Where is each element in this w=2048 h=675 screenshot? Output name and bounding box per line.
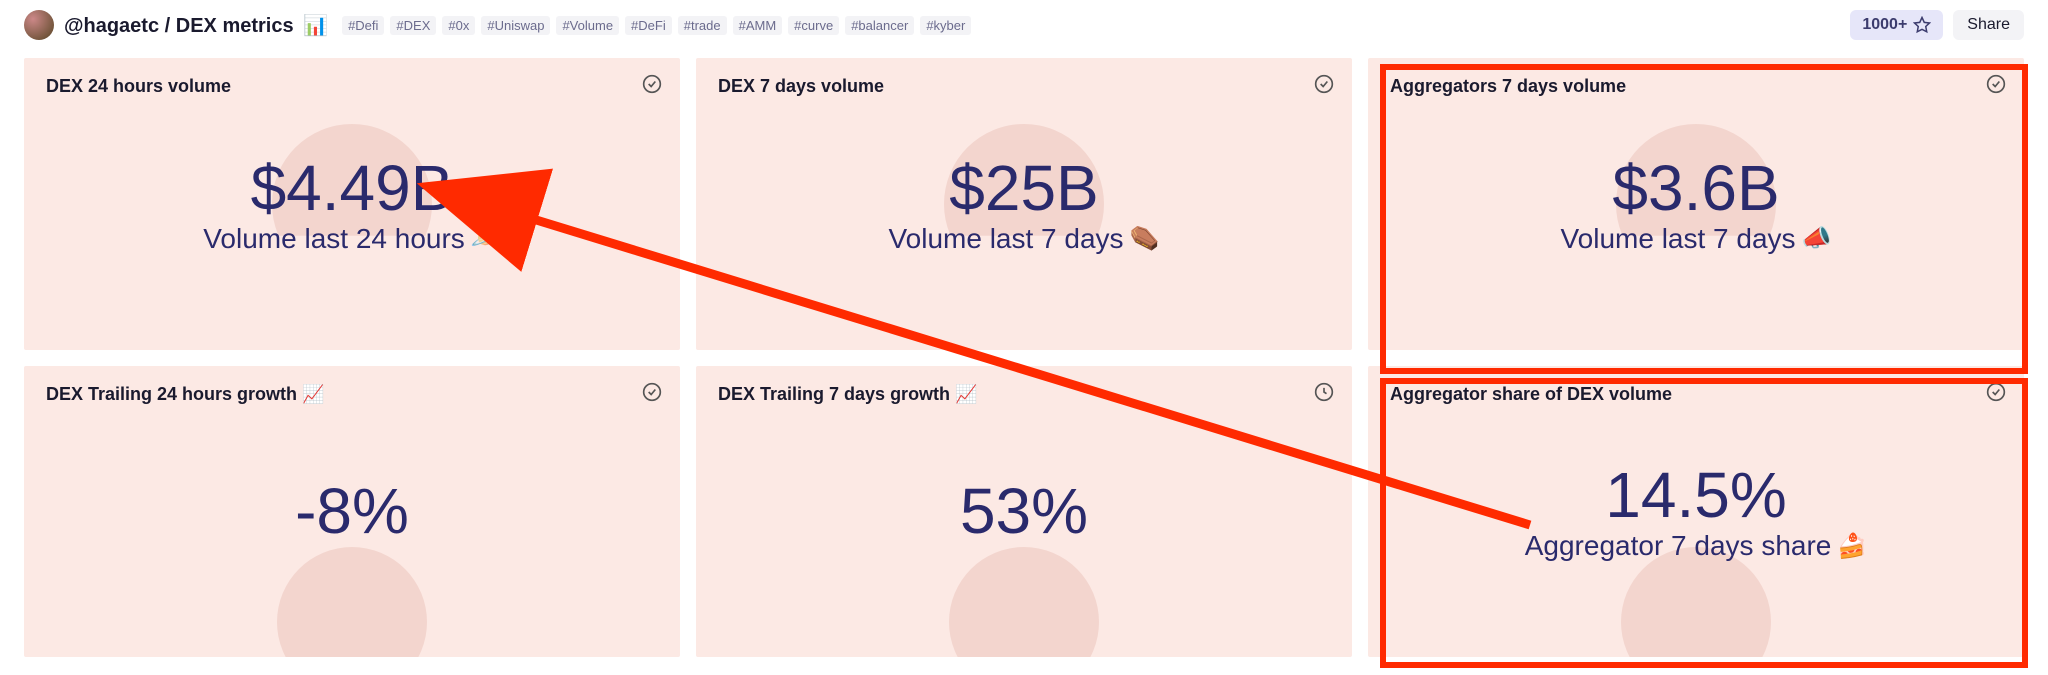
metric-value: $4.49B	[251, 153, 454, 223]
tag[interactable]: #AMM	[733, 16, 783, 35]
tag[interactable]: #curve	[788, 16, 839, 35]
metric-sublabel: Aggregator 7 days share 🍰	[1525, 530, 1868, 562]
tag[interactable]: #Uniswap	[481, 16, 550, 35]
metric-value: $25B	[949, 153, 1098, 223]
tag[interactable]: #trade	[678, 16, 727, 35]
tag[interactable]: #Volume	[556, 16, 619, 35]
card-aggregator-share[interactable]: Aggregator share of DEX volume 14.5% Agg…	[1368, 366, 2024, 658]
coffin-icon: ⚰️	[1130, 224, 1160, 253]
metric-value: -8%	[295, 476, 409, 546]
metric-value: $3.6B	[1612, 153, 1779, 223]
tag[interactable]: #DEX	[390, 16, 436, 35]
card-body: $3.6B Volume last 7 days 📣	[1368, 58, 2024, 350]
planet-icon: 🪐	[471, 224, 501, 253]
card-body: 14.5% Aggregator 7 days share 🍰	[1368, 366, 2024, 658]
card-aggregators-7d-volume[interactable]: Aggregators 7 days volume $3.6B Volume l…	[1368, 58, 2024, 350]
card-body: $4.49B Volume last 24 hours 🪐	[24, 58, 680, 350]
card-body: 53%	[696, 366, 1352, 658]
cake-icon: 🍰	[1837, 532, 1867, 561]
header: @hagaetc / DEX metrics 📊 #Defi #DEX #0x …	[0, 0, 2048, 50]
tag[interactable]: #kyber	[920, 16, 971, 35]
header-actions: 1000+ Share	[1850, 10, 2024, 40]
card-dex-24h-growth[interactable]: DEX Trailing 24 hours growth 📈 -8%	[24, 366, 680, 658]
star-button[interactable]: 1000+	[1850, 10, 1943, 40]
dashboard-grid: DEX 24 hours volume $4.49B Volume last 2…	[0, 50, 2048, 673]
star-count: 1000+	[1862, 16, 1907, 34]
avatar[interactable]	[24, 10, 54, 40]
card-dex-7d-growth[interactable]: DEX Trailing 7 days growth 📈 53%	[696, 366, 1352, 658]
metric-value: 14.5%	[1605, 460, 1786, 530]
tag-list: #Defi #DEX #0x #Uniswap #Volume #DeFi #t…	[342, 16, 971, 35]
breadcrumb[interactable]: @hagaetc / DEX metrics 📊	[64, 13, 328, 38]
card-dex-7d-volume[interactable]: DEX 7 days volume $25B Volume last 7 day…	[696, 58, 1352, 350]
tag[interactable]: #0x	[442, 16, 475, 35]
card-dex-24h-volume[interactable]: DEX 24 hours volume $4.49B Volume last 2…	[24, 58, 680, 350]
metric-sublabel: Volume last 7 days ⚰️	[889, 223, 1160, 255]
card-body: $25B Volume last 7 days ⚰️	[696, 58, 1352, 350]
tag[interactable]: #Defi	[342, 16, 384, 35]
card-body: -8%	[24, 366, 680, 658]
metric-sublabel: Volume last 24 hours 🪐	[203, 223, 500, 255]
metric-sublabel: Volume last 7 days 📣	[1561, 223, 1832, 255]
tag[interactable]: #balancer	[845, 16, 914, 35]
megaphone-icon: 📣	[1802, 224, 1832, 253]
tag[interactable]: #DeFi	[625, 16, 672, 35]
chart-bar-icon: 📊	[303, 13, 328, 38]
breadcrumb-text: @hagaetc / DEX metrics	[64, 15, 294, 37]
share-button[interactable]: Share	[1953, 10, 2024, 40]
share-label: Share	[1967, 16, 2010, 33]
metric-value: 53%	[960, 476, 1088, 546]
star-icon	[1913, 16, 1931, 34]
